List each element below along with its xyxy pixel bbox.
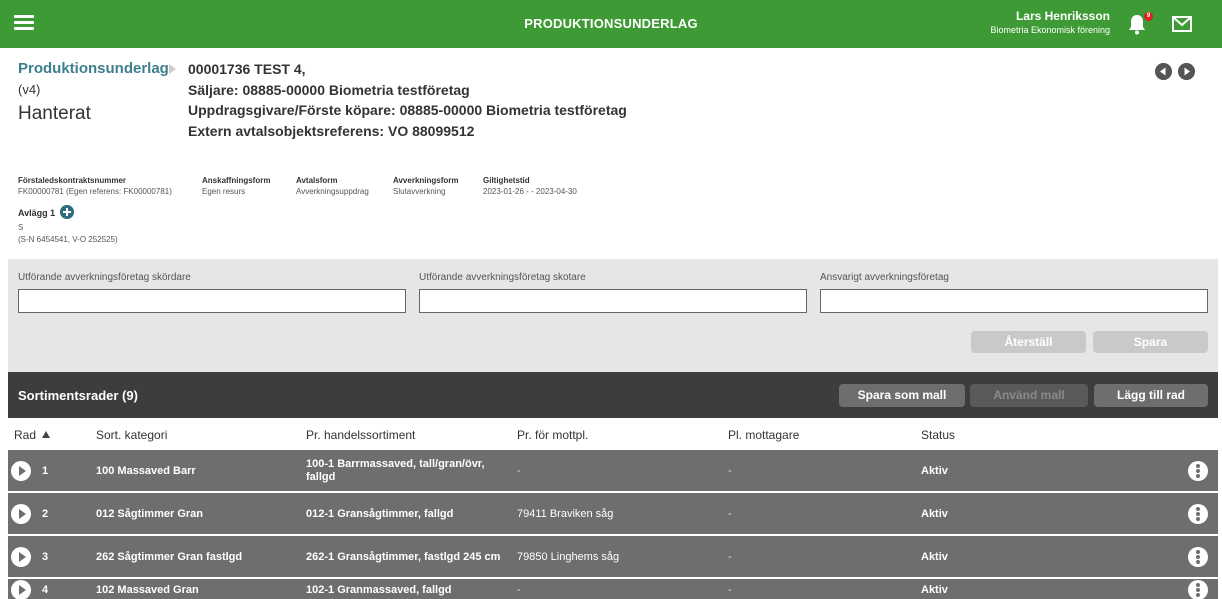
row-number: 2 <box>42 507 49 520</box>
row-status: Aktiv <box>921 507 948 520</box>
info-agreement-form: Avtalsform Avverkningsuppdrag <box>296 176 369 196</box>
expand-row-icon[interactable] <box>11 580 31 599</box>
use-template-button[interactable]: Använd mall <box>970 384 1088 407</box>
row-trade-assortment: 262-1 Gransågtimmer, fastlgd 245 cm <box>306 550 501 563</box>
info-contract-number: Förstaledskontraktsnummer FK00000781 (Eg… <box>18 176 172 196</box>
row-number: 4 <box>42 584 49 596</box>
forwarder-company-input[interactable] <box>419 289 807 313</box>
breadcrumb-produktionsunderlag[interactable]: Produktionsunderlag <box>18 60 169 77</box>
harvester-company-label: Utförande avverkningsföretag skördare <box>18 272 191 283</box>
expand-row-icon[interactable] <box>11 461 31 481</box>
notification-badge: 9 <box>1144 12 1153 21</box>
next-icon[interactable] <box>1178 63 1195 80</box>
menu-icon[interactable] <box>14 15 34 31</box>
section-title: Sortimentsrader (9) <box>18 388 138 403</box>
expand-row-icon[interactable] <box>11 504 31 524</box>
table-row[interactable]: 4 102 Massaved Gran 102-1 Granmassaved, … <box>8 579 1218 599</box>
row-receiving-point: 79850 Linghems såg <box>517 550 620 563</box>
row-status: Aktiv <box>921 464 948 477</box>
document-title: 00001736 TEST 4, <box>188 61 306 77</box>
avlagg-label: Avlägg 1 <box>18 208 56 218</box>
user-org: Biometria Ekonomisk förening <box>990 25 1110 35</box>
column-header-status[interactable]: Status <box>921 428 955 442</box>
user-info[interactable]: Lars Henriksson Biometria Ekonomisk före… <box>990 9 1110 37</box>
responsible-company-input[interactable] <box>820 289 1208 313</box>
responsible-company-label: Ansvarigt avverkningsföretag <box>820 272 949 283</box>
column-header-category[interactable]: Sort. kategori <box>96 428 167 442</box>
breadcrumb-separator-icon <box>169 64 176 74</box>
row-recipient: - <box>728 464 732 477</box>
row-status: Aktiv <box>921 584 948 596</box>
more-options-icon[interactable] <box>1188 580 1208 599</box>
reset-button[interactable]: Återställ <box>971 331 1086 353</box>
row-receiving-point: 79411 Braviken såg <box>517 507 614 520</box>
row-receiving-point: - <box>517 584 521 596</box>
column-header-rad[interactable]: Rad <box>14 428 36 442</box>
row-status: Aktiv <box>921 550 948 563</box>
row-recipient: - <box>728 550 732 563</box>
row-trade-assortment: 102-1 Granmassaved, fallgd <box>306 584 452 596</box>
client-line: Uppdragsgivare/Förste köpare: 08885-0000… <box>188 102 627 118</box>
info-felling-form: Avverkningsform Slutavverkning <box>393 176 459 196</box>
external-reference-line: Extern avtalsobjektsreferens: VO 8809951… <box>188 122 475 139</box>
column-header-receiving-point[interactable]: Pr. för mottpl. <box>517 428 588 442</box>
add-avlagg-icon[interactable] <box>60 205 74 219</box>
row-recipient: - <box>728 507 732 520</box>
column-header-trade-assortment[interactable]: Pr. handelssortiment <box>306 428 415 442</box>
table-row[interactable]: 2 012 Sågtimmer Gran 012-1 Gransågtimmer… <box>8 493 1218 534</box>
row-recipient: - <box>728 584 732 596</box>
forwarder-company-label: Utförande avverkningsföretag skotare <box>419 272 586 283</box>
version-label: (v4) <box>18 82 41 97</box>
row-category: 262 Sågtimmer Gran fastlgd <box>96 550 243 563</box>
row-trade-assortment: 012-1 Gransågtimmer, fallgd <box>306 507 454 520</box>
row-number: 3 <box>42 550 49 563</box>
row-trade-assortment: 100-1 Barrmassaved, tall/gran/övr, fallg… <box>306 457 485 483</box>
row-category: 102 Massaved Gran <box>96 584 199 596</box>
seller-line: Säljare: 08885-00000 Biometria testföret… <box>188 81 470 98</box>
user-name: Lars Henriksson <box>1015 9 1110 23</box>
row-category: 100 Massaved Barr <box>96 464 196 477</box>
harvester-company-input[interactable] <box>18 289 406 313</box>
add-row-button[interactable]: Lägg till rad <box>1094 384 1208 407</box>
table-row[interactable]: 1 100 Massaved Barr 100-1 Barrmassaved, … <box>8 450 1218 491</box>
more-options-icon[interactable] <box>1188 504 1208 524</box>
row-number: 1 <box>42 464 49 477</box>
status-heading: Hanterat <box>18 103 91 124</box>
save-as-template-button[interactable]: Spara som mall <box>839 384 965 407</box>
info-validity: Giltighetstid 2023-01-26 - - 2023-04-30 <box>483 176 577 196</box>
top-bar: PRODUKTIONSUNDERLAG Lars Henriksson Biom… <box>0 0 1222 48</box>
more-options-icon[interactable] <box>1188 461 1208 481</box>
table-row[interactable]: 3 262 Sågtimmer Gran fastlgd 262-1 Grans… <box>8 536 1218 577</box>
previous-icon[interactable] <box>1155 63 1172 80</box>
avlagg-coordinates: (S-N 6454541, V-O 252525) <box>18 235 118 244</box>
document-summary: 00001736 TEST 4, Säljare: 08885-00000 Bi… <box>188 59 627 141</box>
row-category: 012 Sågtimmer Gran <box>96 507 203 520</box>
avlagg-code: S <box>18 223 24 232</box>
more-options-icon[interactable] <box>1188 547 1208 567</box>
mail-icon[interactable] <box>1172 16 1192 32</box>
save-button[interactable]: Spara <box>1093 331 1208 353</box>
sort-ascending-icon[interactable] <box>42 431 50 438</box>
expand-row-icon[interactable] <box>11 547 31 567</box>
info-acquisition-form: Anskaffningsform Egen resurs <box>202 176 271 196</box>
column-header-recipient[interactable]: Pl. mottagare <box>728 428 799 442</box>
row-receiving-point: - <box>517 464 521 477</box>
